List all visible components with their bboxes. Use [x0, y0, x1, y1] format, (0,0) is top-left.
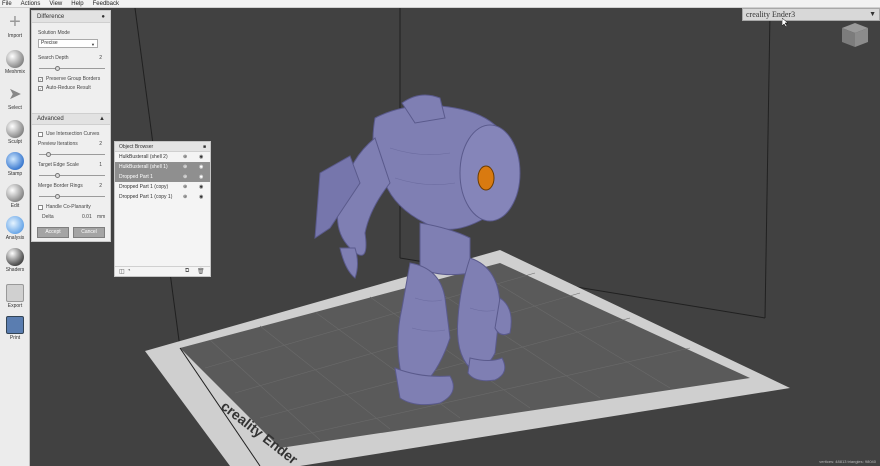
- delta-label: Delta: [42, 214, 54, 220]
- preserve-group-borders-checkbox[interactable]: ✓ Preserve Group Borders: [38, 76, 100, 82]
- menu-help[interactable]: Help: [71, 1, 83, 7]
- object-pivot-icon[interactable]: ⊕: [183, 174, 187, 180]
- search-depth-slider[interactable]: [39, 66, 105, 71]
- merge-border-rings-label: Merge Border Rings: [38, 183, 83, 189]
- solution-mode-select[interactable]: Precise ▼: [38, 39, 98, 48]
- export-icon: [6, 284, 24, 302]
- trash-icon[interactable]: 🗑: [197, 268, 205, 275]
- object-list-item[interactable]: Dropped Part 1 ⊕ ◉: [115, 172, 210, 182]
- eye-icon[interactable]: ◉: [199, 154, 203, 160]
- object-browser-close-icon[interactable]: ■: [203, 144, 206, 150]
- eye-icon[interactable]: ◉: [199, 164, 203, 170]
- preview-iterations-label: Preview Iterations: [38, 141, 78, 147]
- printer-select[interactable]: creality Ender3 ▼: [742, 8, 880, 21]
- object-duplicate-icon[interactable]: ⧉: [185, 268, 189, 275]
- handle-coplanarity-checkbox[interactable]: Handle Co-Planarity: [38, 204, 91, 210]
- search-depth-value: 2: [99, 55, 102, 61]
- slider-knob[interactable]: [46, 152, 52, 157]
- collapse-icon: ▲: [99, 116, 105, 122]
- edit-tool-button[interactable]: Edit: [0, 182, 30, 212]
- object-list-item[interactable]: HulkBusterall (shell 2) ⊕ ◉: [115, 152, 210, 162]
- slider-knob[interactable]: [54, 66, 60, 71]
- analysis-tool-button[interactable]: Analysis: [0, 214, 30, 244]
- object-list-item[interactable]: HulkBusterall (shell 1) ⊕ ◉: [115, 162, 210, 172]
- object-add-icon[interactable]: ◫: [119, 268, 125, 275]
- delta-value[interactable]: 0.01: [82, 214, 92, 220]
- merge-border-rings-value: 2: [99, 183, 102, 189]
- preview-iterations-value: 2: [99, 141, 102, 147]
- analysis-icon: [6, 216, 24, 234]
- object-pivot-icon[interactable]: ⊕: [183, 154, 187, 160]
- auto-reduce-result-checkbox[interactable]: ✓ Auto-Reduce Result: [38, 85, 91, 91]
- select-tool-button[interactable]: ➤ Select: [0, 84, 30, 114]
- stamp-icon: [6, 152, 24, 170]
- arrow-icon: ➤: [8, 86, 22, 103]
- sculpt-tool-button[interactable]: Sculpt: [0, 118, 30, 148]
- menu-feedback[interactable]: Feedback: [93, 1, 119, 7]
- menubar: File Actions View Help Feedback: [0, 0, 880, 8]
- print-tool-button[interactable]: Print: [0, 314, 30, 344]
- menu-file[interactable]: File: [2, 1, 12, 7]
- preview-iterations-slider[interactable]: [39, 152, 105, 157]
- mouse-cursor-icon: [782, 18, 788, 27]
- difference-panel: Difference ● Solution Mode Precise ▼ Sea…: [31, 10, 111, 242]
- slider-knob[interactable]: [54, 173, 60, 178]
- meshmix-tool-button[interactable]: Meshmix: [0, 48, 30, 78]
- target-edge-scale-value: 1: [99, 162, 102, 168]
- object-pivot-icon[interactable]: ⊕: [183, 184, 187, 190]
- advanced-section-header[interactable]: Advanced ▲: [32, 113, 110, 125]
- panel-header: Difference ●: [32, 11, 110, 23]
- eye-icon[interactable]: ◉: [199, 184, 203, 190]
- menu-actions[interactable]: Actions: [21, 1, 41, 7]
- object-settings-icon[interactable]: ◔: [127, 268, 131, 274]
- object-list-item[interactable]: Dropped Part 1 (copy 1) ⊕ ◉: [115, 192, 210, 202]
- shader-sphere-icon: [6, 248, 24, 266]
- panel-close-icon[interactable]: ●: [101, 14, 105, 20]
- object-pivot-icon[interactable]: ⊕: [183, 194, 187, 200]
- import-tool-button[interactable]: + Import: [0, 12, 30, 42]
- eye-icon[interactable]: ◉: [199, 194, 203, 200]
- eye-icon[interactable]: ◉: [199, 174, 203, 180]
- slider-knob[interactable]: [54, 194, 60, 199]
- meshmix-icon: [6, 50, 24, 68]
- view-cube-icon[interactable]: [840, 22, 870, 48]
- solution-mode-label: Solution Mode: [38, 30, 70, 36]
- menu-view[interactable]: View: [49, 1, 62, 7]
- target-edge-scale-slider[interactable]: [39, 173, 105, 178]
- shaders-tool-button[interactable]: Shaders: [0, 246, 30, 276]
- delta-unit: mm: [97, 214, 106, 220]
- status-text: vertices: 48813 triangles: 98040: [819, 459, 876, 464]
- plus-icon: +: [9, 11, 21, 33]
- chevron-down-icon: ▼: [869, 10, 876, 18]
- object-browser-panel: Object Browser ■ HulkBusterall (shell 2)…: [114, 141, 211, 277]
- export-tool-button[interactable]: Export: [0, 282, 30, 312]
- panel-title: Difference: [37, 13, 65, 20]
- target-edge-scale-label: Target Edge Scale: [38, 162, 79, 168]
- chevron-down-icon: ▼: [91, 42, 95, 47]
- stamp-tool-button[interactable]: Stamp: [0, 150, 30, 180]
- use-intersection-curves-checkbox[interactable]: Use Intersection Curves: [38, 131, 99, 137]
- search-depth-label: Search Depth: [38, 55, 69, 61]
- brush-icon: [6, 120, 24, 138]
- object-pivot-icon[interactable]: ⊕: [183, 164, 187, 170]
- accept-button[interactable]: Accept: [37, 227, 69, 238]
- object-browser-header: Object Browser ■: [115, 142, 210, 152]
- cancel-button[interactable]: Cancel: [73, 227, 105, 238]
- object-list-item[interactable]: Dropped Part 1 (copy) ⊕ ◉: [115, 182, 210, 192]
- merge-border-rings-slider[interactable]: [39, 194, 105, 199]
- edit-icon: [6, 184, 24, 202]
- left-toolbar: + Import Meshmix ➤ Select Sculpt Stamp E…: [0, 8, 30, 466]
- object-browser-footer: ◫ ◔ ⧉ 🗑: [115, 266, 210, 276]
- print-icon: [6, 316, 24, 334]
